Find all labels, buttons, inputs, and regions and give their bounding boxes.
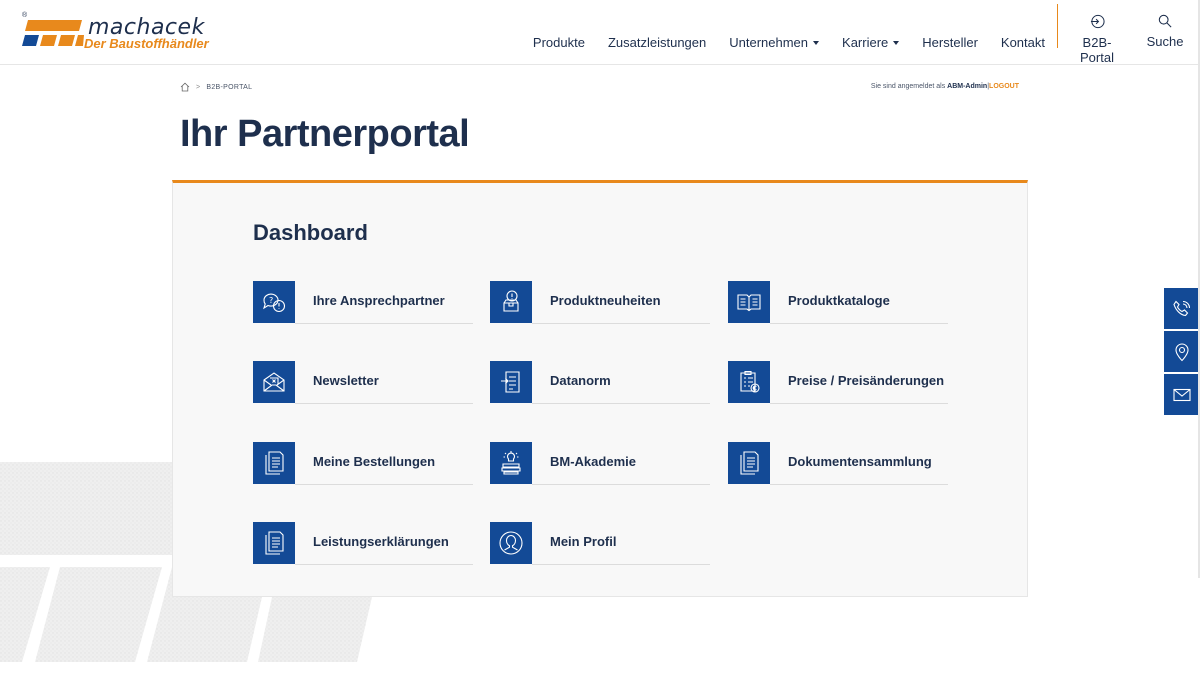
newsletter-icon [253,361,295,403]
dashboard-panel: Dashboard ? Ihre Ansprechpartner Produkt… [172,180,1028,597]
login-prefix: Sie sind angemeldet als [870,83,946,90]
tile-label: Datanorm [550,373,611,388]
tile-ihre-ansprechpartner[interactable]: ? Ihre Ansprechpartner [253,281,473,324]
tile-underline [532,484,710,485]
phone-icon [1173,300,1191,316]
tile-underline [295,403,473,404]
tile-label: Preise / Preisänderungen [788,373,945,388]
registered-mark: ® [22,12,28,19]
page-title: Ihr Partnerportal [180,113,470,155]
nav-item-label: Unternehmen [729,35,809,50]
tile-bm-akademie[interactable]: BM-Akademie [490,442,710,485]
tile-underline [770,323,948,324]
nav-item-hersteller[interactable]: Hersteller [922,35,978,50]
tile-produktkataloge[interactable]: Produktkataloge [728,281,948,324]
datanorm-icon [490,361,532,403]
main-navigation: Produkte Zusatzleistungen Unternehmen Ka… [510,35,1045,50]
search-icon [1158,14,1172,28]
logout-link[interactable]: LOGOUT [989,83,1019,90]
b2b-portal-button[interactable]: B2B-Portal [1068,14,1126,65]
home-icon[interactable] [180,82,190,92]
nav-item-label: Kontakt [1000,35,1045,50]
side-location-button[interactable] [1164,331,1200,372]
search-button[interactable]: Suche [1146,14,1184,49]
login-icon [1090,14,1105,29]
documents-icon [728,442,770,484]
breadcrumb-current[interactable]: B2B-PORTAL [206,84,252,91]
nav-item-label: Karriere [842,35,889,50]
tile-underline [532,564,710,565]
tile-label: Meine Bestellungen [313,454,436,469]
new-products-icon [490,281,532,323]
nav-divider [1057,4,1058,48]
nav-item-label: Zusatzleistungen [607,35,707,50]
mail-icon [1173,388,1191,401]
tile-meine-bestellungen[interactable]: Meine Bestellungen [253,442,473,485]
tile-underline [295,564,473,565]
contact-persons-icon: ? [253,281,295,323]
tile-leistungserklaerungen[interactable]: Leistungserklärungen [253,522,473,565]
brand-logo[interactable]: ® machacek Der Baustoffhändler [22,12,212,52]
tile-underline [532,323,710,324]
declarations-icon [253,522,295,564]
academy-icon [490,442,532,484]
tile-label: Newsletter [313,373,379,388]
nav-item-kontakt[interactable]: Kontakt [1001,35,1045,50]
tile-mein-profil[interactable]: Mein Profil [490,522,710,565]
tile-label: Produktneuheiten [550,293,661,308]
breadcrumb: > B2B-PORTAL [180,82,252,92]
tile-dokumentensammlung[interactable]: Dokumentensammlung [728,442,948,485]
logo-tagline: Der Baustoffhändler [84,36,209,51]
dashboard-grid: ? Ihre Ansprechpartner Produktneuheiten [253,278,953,578]
tile-preise[interactable]: Preise / Preisänderungen [728,361,948,404]
svg-text:?: ? [269,296,273,305]
nav-item-label: Hersteller [922,35,978,50]
tile-underline [295,484,473,485]
tile-underline [770,484,948,485]
search-label: Suche [1146,34,1184,49]
location-icon [1175,342,1189,361]
profile-icon [490,522,532,564]
breadcrumb-separator: > [196,83,201,91]
tile-datanorm[interactable]: Datanorm [490,361,710,404]
tile-label: Dokumentensammlung [788,454,932,469]
login-info: Sie sind angemeldet als ABM-Admin|LOGOUT [871,83,1019,90]
caret-down-icon [813,41,820,45]
logo-mark-icon [22,20,84,46]
b2b-portal-label: B2B-Portal [1080,35,1114,65]
nav-item-unternehmen[interactable]: Unternehmen [729,35,820,50]
tile-label: Produktkataloge [788,293,890,308]
side-action-bar [1164,288,1200,417]
tile-underline [532,403,710,404]
caret-down-icon [893,41,900,45]
tile-label: Ihre Ansprechpartner [313,293,445,308]
tile-produktneuheiten[interactable]: Produktneuheiten [490,281,710,324]
tile-underline [295,323,473,324]
tile-underline [770,403,948,404]
side-phone-button[interactable] [1164,288,1200,329]
orders-icon [253,442,295,484]
catalog-icon [728,281,770,323]
nav-item-zusatzleistungen[interactable]: Zusatzleistungen [608,35,706,50]
price-list-icon [728,361,770,403]
nav-item-label: Produkte [532,35,585,50]
side-mail-button[interactable] [1164,374,1200,415]
tile-label: Leistungserklärungen [313,534,449,549]
tile-newsletter[interactable]: Newsletter [253,361,473,404]
dashboard-title: Dashboard [253,220,368,245]
site-header: ® machacek Der Baustoffhändler Produkte … [0,0,1200,65]
tile-label: BM-Akademie [550,454,636,469]
login-user: ABM-Admin [947,83,988,90]
nav-item-karriere[interactable]: Karriere [842,35,900,50]
nav-item-produkte[interactable]: Produkte [533,35,585,50]
tile-label: Mein Profil [550,534,617,549]
